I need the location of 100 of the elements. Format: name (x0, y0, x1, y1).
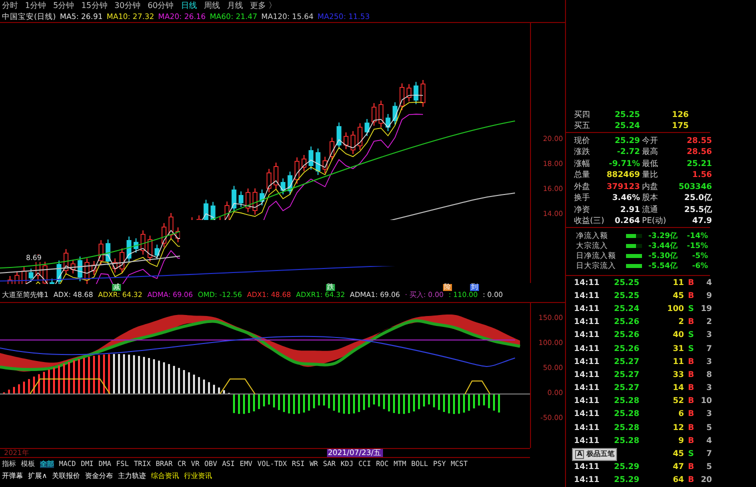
trade-volume: 64 (672, 476, 684, 484)
candlestick (28, 268, 34, 282)
trade-price: 25.24 (614, 304, 640, 313)
quote-label: 今开 (641, 136, 659, 145)
candlestick (232, 185, 236, 213)
quote-value: 28.55 (686, 136, 712, 145)
candlestick (330, 137, 334, 162)
period-tab[interactable]: 1分钟 (25, 2, 46, 10)
trade-side: B (686, 476, 696, 484)
candlestick (162, 222, 166, 248)
trade-volume: 2 (677, 318, 684, 326)
candlestick (392, 102, 398, 126)
trade-side: S (687, 450, 695, 458)
candlestick (134, 238, 138, 254)
trade-side: B (686, 292, 696, 300)
trade-count: 10 (700, 397, 712, 406)
trade-volume: 12 (672, 424, 684, 432)
trade-count: 19 (700, 304, 712, 313)
trade-time: 14:11 (574, 331, 600, 340)
trade-price: 25.25 (614, 292, 640, 300)
quote-label: 最低 (641, 160, 659, 168)
trade-side: B (686, 410, 696, 418)
period-tab[interactable]: 更多 〉 (250, 2, 276, 10)
trade-volume: 11 (672, 278, 684, 287)
trade-side: S (687, 304, 695, 313)
candlestick (84, 258, 90, 284)
period-tab[interactable]: 5分钟 (53, 2, 74, 10)
candlestick (238, 190, 244, 208)
trade-price: 25.29 (614, 463, 640, 472)
trade-time: 14:11 (574, 370, 600, 379)
candlestick (148, 235, 152, 262)
quote-value: 25.5亿 (683, 206, 712, 214)
quote-value: -9.71% (608, 160, 640, 168)
candlestick (78, 256, 82, 282)
trade-time: 14:11 (574, 304, 600, 313)
signal-outline (220, 378, 256, 394)
quote-label: 外盘 (574, 182, 591, 191)
trade-count: 7 (705, 450, 712, 458)
quote-value: 882469 (606, 171, 640, 180)
period-tab[interactable]: 日线 (180, 2, 197, 10)
trade-count: 3 (705, 331, 712, 340)
candlestick (50, 278, 54, 284)
signal-outline (464, 380, 490, 394)
candlestick (316, 148, 320, 176)
trade-side: S (687, 331, 695, 340)
quote-value: 2.91 (619, 206, 640, 214)
quote-label: 涨幅 (574, 160, 591, 168)
quote-value: 25.29 (614, 136, 640, 145)
candlestick (92, 260, 96, 276)
trade-volume: 52 (672, 397, 684, 406)
trade-count: 3 (705, 410, 712, 418)
period-tab[interactable]: 分时 (2, 2, 18, 10)
trade-price: 25.29 (614, 476, 640, 484)
period-tab[interactable]: 30分钟 (114, 2, 141, 10)
candlestick (358, 122, 362, 150)
trade-price: 25.27 (614, 370, 640, 379)
candlestick (70, 259, 76, 274)
trade-side: B (686, 384, 696, 392)
trade-count: 5 (705, 424, 712, 432)
trade-side: B (686, 370, 696, 379)
quote-label: 收益(三) (574, 217, 606, 226)
trade-volume: 45 (672, 450, 684, 458)
quote-value: 1.56 (691, 171, 712, 180)
candlestick (406, 84, 412, 102)
quote-label: 总量 (574, 171, 591, 180)
candlestick (302, 154, 306, 172)
trade-count: 7 (705, 344, 712, 353)
trade-count: 8 (705, 370, 712, 379)
period-tab[interactable]: 60分钟 (148, 2, 174, 10)
candlestick (336, 122, 342, 150)
candlestick (344, 132, 348, 150)
bid-price: 25.24 (614, 122, 640, 130)
trade-time: 14:11 (574, 384, 600, 392)
quote-label: 内盘 (641, 182, 659, 191)
period-tab[interactable]: 15分钟 (81, 2, 108, 10)
candlestick (364, 118, 370, 136)
trade-time: 14:11 (574, 344, 600, 353)
candlestick (168, 212, 174, 240)
trade-volume: 31 (672, 344, 684, 353)
trade-price: 25.25 (614, 278, 640, 287)
trade-side: B (686, 318, 696, 326)
candlestick (372, 102, 376, 126)
period-tab[interactable]: 月线 (226, 2, 243, 10)
candlestick (126, 236, 132, 263)
candlestick (420, 79, 426, 108)
candlestick (400, 82, 404, 111)
candlestick (294, 156, 300, 184)
trade-price: 25.26 (614, 331, 640, 340)
candlestick (386, 114, 390, 132)
quote-label: 换手 (574, 194, 591, 202)
quote-label: PE(动) (641, 217, 668, 226)
trade-volume: 33 (672, 370, 684, 379)
quote-value: 25.0亿 (683, 194, 712, 202)
trade-time: 14:11 (574, 476, 600, 484)
candlestick (154, 244, 160, 260)
period-tab[interactable]: 周线 (204, 2, 220, 10)
quote-value: 25.21 (686, 160, 712, 168)
trade-count: 4 (705, 278, 712, 287)
trade-volume: 14 (672, 384, 684, 392)
trade-side: B (686, 463, 696, 472)
